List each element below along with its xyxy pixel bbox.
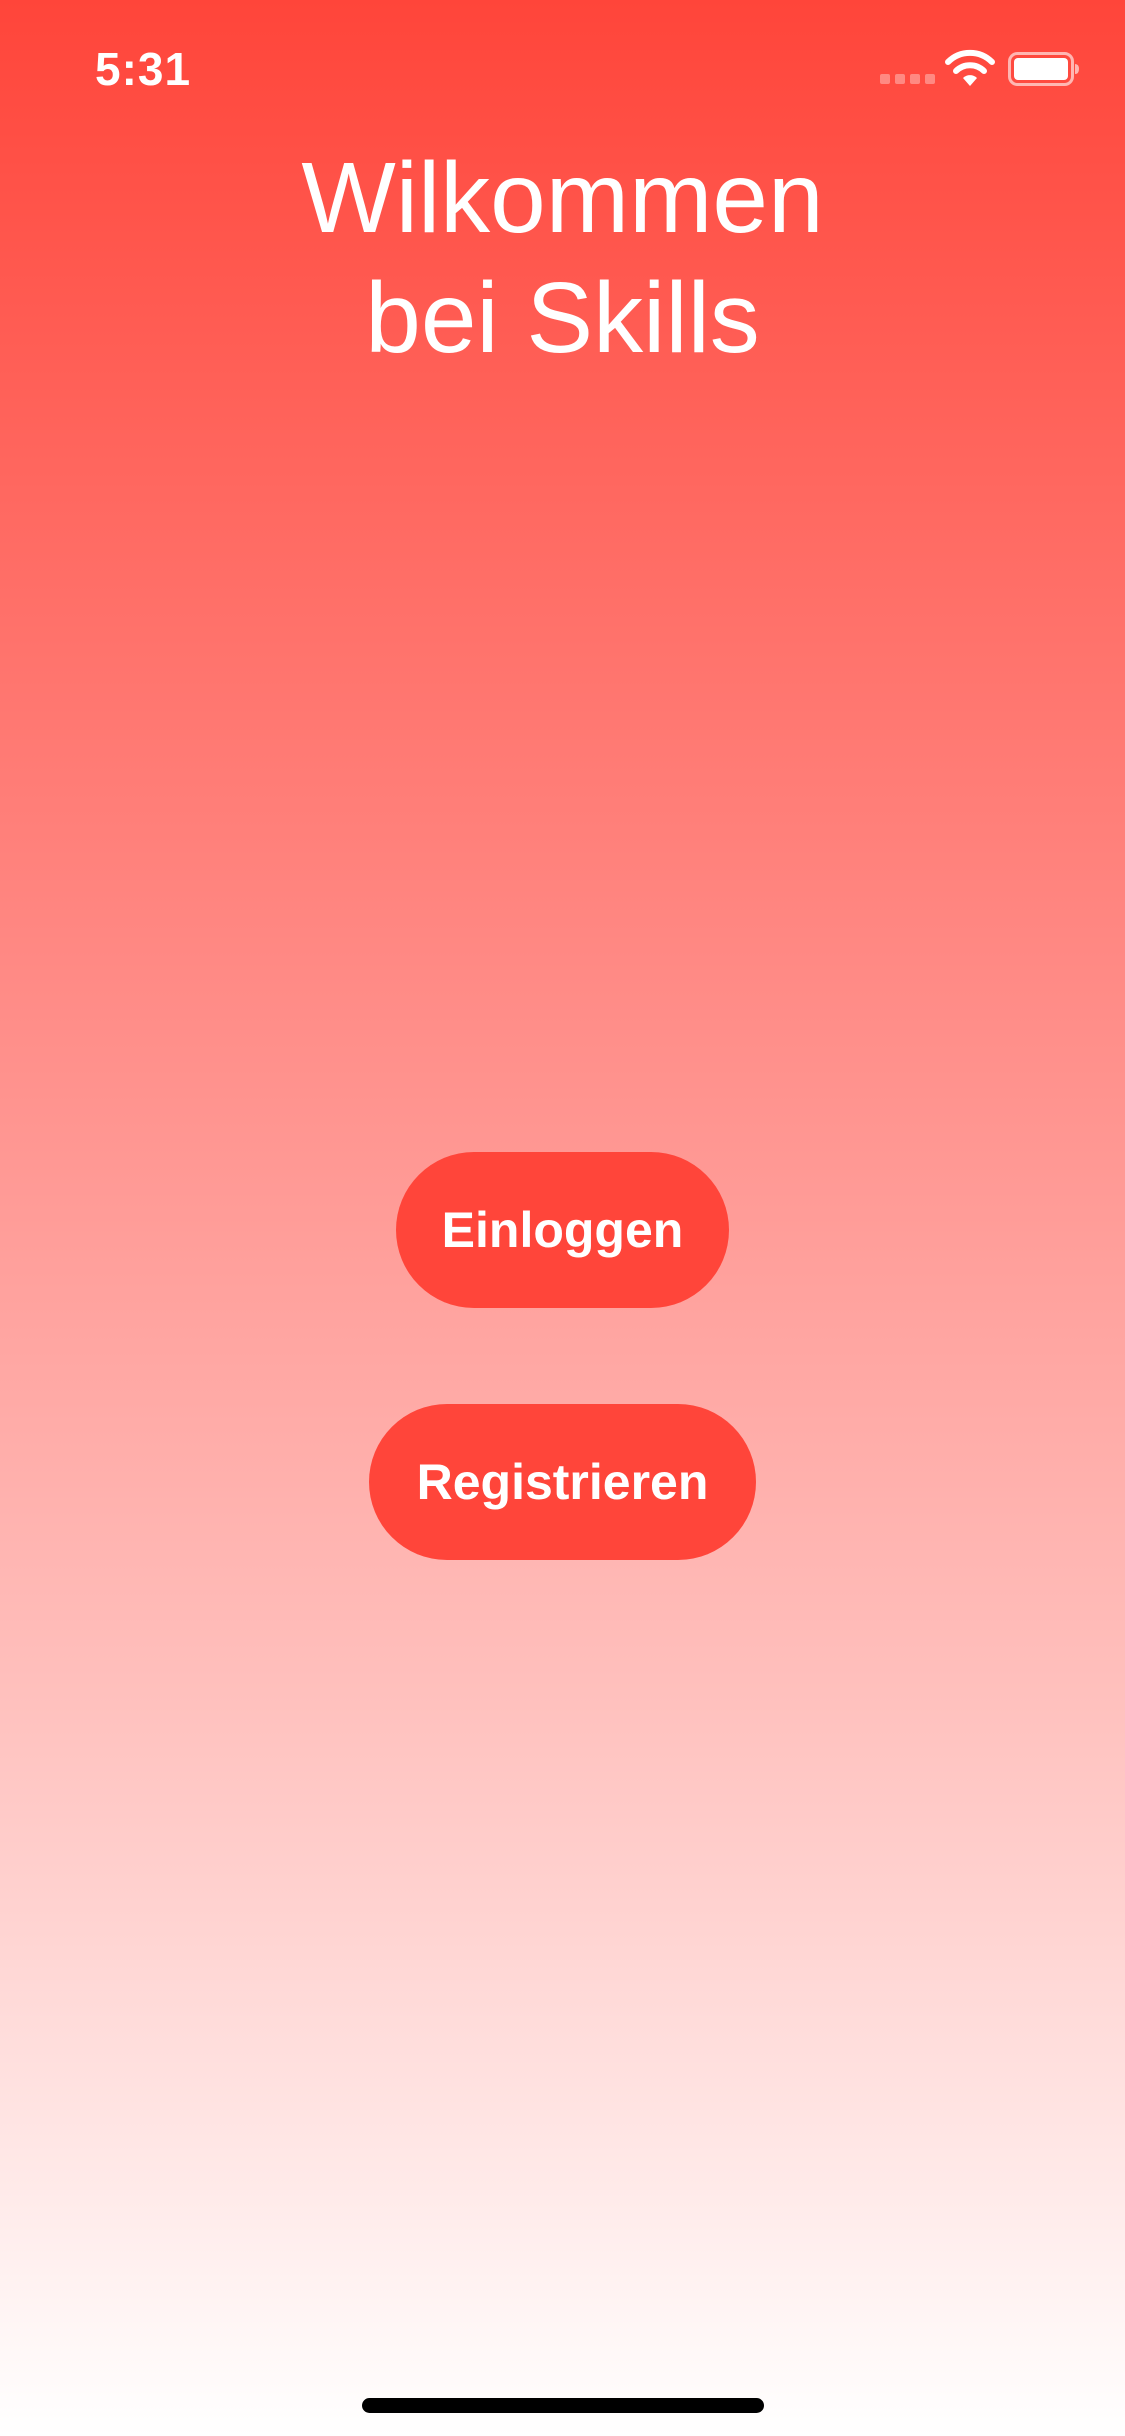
battery-icon [1008, 52, 1079, 86]
cellular-signal-icon [880, 74, 936, 84]
home-indicator[interactable] [362, 2398, 764, 2413]
welcome-title: Wilkommen bei Skills [0, 138, 1125, 378]
register-button[interactable]: Registrieren [369, 1404, 756, 1560]
welcome-title-line1: Wilkommen [301, 142, 824, 254]
status-time: 5:31 [95, 43, 192, 95]
status-bar: 5:31 [0, 0, 1125, 135]
login-button[interactable]: Einloggen [396, 1152, 729, 1308]
welcome-title-line2: bei Skills [365, 262, 760, 374]
wifi-icon [945, 49, 995, 86]
